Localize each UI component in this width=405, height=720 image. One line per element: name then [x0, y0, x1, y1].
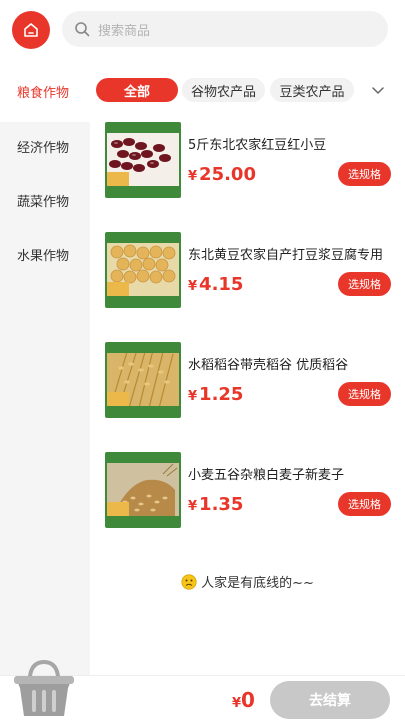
tab-all[interactable]: 全部 — [96, 78, 178, 102]
sidebar-item-vegetable-crops[interactable]: 蔬菜作物 — [0, 191, 90, 210]
list-item[interactable]: 小麦五谷杂粮白麦子新麦子 ¥1.35 选规格 — [90, 452, 405, 562]
search-input[interactable]: 搜索商品 — [62, 11, 388, 47]
product-image-rice-paddy[interactable] — [105, 342, 181, 418]
select-spec-button[interactable]: 选规格 — [338, 382, 391, 406]
tab-grain-products[interactable]: 谷物农产品 — [182, 78, 265, 102]
product-image-wheat[interactable] — [105, 452, 181, 528]
search-icon — [75, 22, 90, 37]
product-name[interactable]: 东北黄豆农家自产打豆浆豆腐专用 — [188, 244, 398, 263]
list-item[interactable]: 5斤东北农家红豆红小豆 ¥25.00 选规格 — [90, 122, 405, 232]
product-list: 5斤东北农家红豆红小豆 ¥25.00 选规格 东北黄豆农家自产打豆浆豆腐专用 ¥… — [90, 122, 405, 675]
sidebar-item-cash-crops[interactable]: 经济作物 — [0, 137, 90, 156]
end-of-list-text: 人家是有底线的~~ — [201, 576, 314, 591]
product-name[interactable]: 5斤东北农家红豆红小豆 — [188, 134, 398, 153]
product-image-red-beans[interactable] — [105, 122, 181, 198]
top-bar: 搜索商品 — [0, 0, 405, 60]
sad-face-icon — [181, 573, 197, 590]
select-spec-button[interactable]: 选规格 — [338, 492, 391, 516]
search-placeholder: 搜索商品 — [98, 23, 151, 39]
shopping-basket-icon[interactable] — [12, 658, 76, 720]
select-spec-button[interactable]: 选规格 — [338, 162, 391, 186]
product-price: ¥25.00 — [188, 164, 256, 185]
select-spec-button[interactable]: 选规格 — [338, 272, 391, 296]
product-name[interactable]: 小麦五谷杂粮白麦子新麦子 — [188, 464, 398, 483]
product-price: ¥4.15 — [188, 274, 244, 295]
end-of-list-message: 人家是有底线的~~ — [90, 572, 405, 591]
subcategory-tabs: 全部 谷物农产品 豆类农产品 — [90, 60, 405, 122]
home-icon — [24, 23, 38, 37]
product-price: ¥1.25 — [188, 384, 244, 405]
product-price: ¥1.35 — [188, 494, 244, 515]
list-item[interactable]: 东北黄豆农家自产打豆浆豆腐专用 ¥4.15 选规格 — [90, 232, 405, 342]
sidebar-item-fruit-crops[interactable]: 水果作物 — [0, 245, 90, 264]
product-image-soybeans[interactable] — [105, 232, 181, 308]
cart-total: ¥0 — [232, 688, 255, 712]
checkout-button[interactable]: 去结算 — [270, 681, 390, 719]
sidebar-item-grain-crops[interactable]: 粮食作物 — [0, 82, 90, 101]
category-sidebar: 粮食作物 经济作物 蔬菜作物 水果作物 — [0, 60, 90, 675]
tab-bean-products[interactable]: 豆类农产品 — [270, 78, 354, 102]
bottom-checkout-bar: ¥0 去结算 — [0, 659, 405, 720]
chevron-down-icon[interactable] — [370, 82, 386, 98]
product-name[interactable]: 水稻稻谷带壳稻谷 优质稻谷 — [188, 354, 398, 373]
home-button[interactable] — [12, 11, 50, 49]
list-item[interactable]: 水稻稻谷带壳稻谷 优质稻谷 ¥1.25 选规格 — [90, 342, 405, 452]
